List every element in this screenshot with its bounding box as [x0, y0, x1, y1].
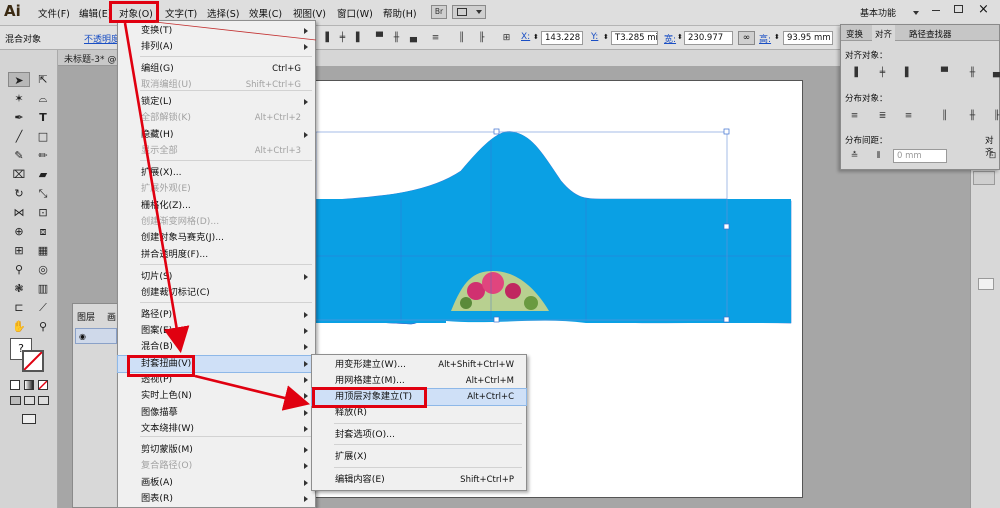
arrow-to-envelope-distort [123, 22, 190, 354]
annotation-arrows [123, 21, 317, 411]
arrow-to-make-with-top-object [194, 374, 311, 411]
pointer-line [154, 21, 317, 41]
